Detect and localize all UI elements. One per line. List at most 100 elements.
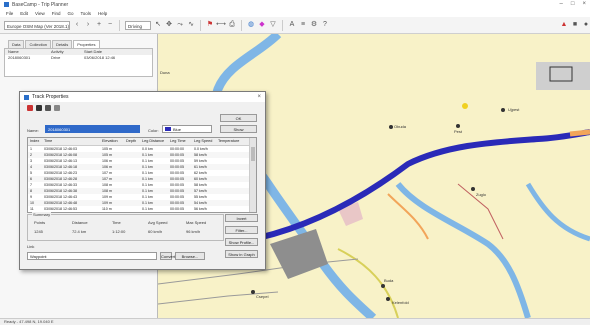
column-header[interactable]: Leg Speed	[192, 138, 216, 145]
map-label: Duna	[160, 70, 170, 75]
tab-data[interactable]: Data	[8, 40, 25, 48]
table-cell: 56 km/h	[194, 207, 207, 211]
menu-find[interactable]: Find	[52, 11, 61, 16]
track-activity: Drive	[51, 55, 61, 60]
link-field[interactable]: Waypoint	[27, 252, 157, 260]
ok-button[interactable]: OK	[220, 114, 257, 122]
filter-icon[interactable]: ▽	[269, 21, 277, 29]
color-picker-icon[interactable]: ◆	[258, 21, 266, 29]
toolbar-separator	[200, 19, 201, 31]
waypoint-icon[interactable]: ⚑	[206, 21, 214, 29]
filter-button[interactable]: Filter...	[225, 226, 258, 234]
name-field[interactable]: 2018060301	[45, 125, 140, 133]
color-swatch	[165, 127, 171, 131]
activity-combo[interactable]: Driving	[125, 20, 151, 30]
table-cell: 00:00:05	[170, 207, 184, 211]
menu-tools[interactable]: Tools	[81, 11, 92, 16]
browse-button[interactable]: Browse...	[175, 252, 205, 260]
select-icon[interactable]: ↖	[154, 21, 162, 29]
tool-b-icon[interactable]: ■	[571, 21, 579, 29]
settings-icon[interactable]: ⚙	[310, 21, 318, 29]
menu-go[interactable]: Go	[67, 11, 73, 16]
tab-details[interactable]: Details	[52, 40, 73, 48]
menu-bar: File Edit View Find Go Tools Help	[0, 9, 590, 17]
map-label: Pest	[454, 129, 463, 134]
column-header[interactable]: Time	[42, 138, 100, 145]
tab-properties[interactable]: Properties	[73, 40, 100, 48]
road	[387, 193, 429, 240]
maximize-icon[interactable]: □	[571, 1, 575, 7]
tool-a-icon[interactable]: ▲	[560, 21, 568, 29]
join-icon[interactable]	[45, 105, 51, 111]
help-icon[interactable]: ?	[321, 21, 329, 29]
reverse-icon[interactable]	[54, 105, 60, 111]
table-cell: 0.1 km	[142, 207, 153, 211]
close-icon[interactable]: ×	[582, 1, 586, 7]
track-highlight	[569, 129, 590, 137]
forward-icon[interactable]: ›	[84, 21, 92, 29]
dialog-title: Track Properties	[32, 94, 69, 100]
track-name: 2018060301	[8, 55, 31, 60]
tool-c-icon[interactable]: ●	[582, 21, 590, 29]
scrollbar-thumb[interactable]	[251, 147, 255, 161]
column-header[interactable]: Leg Distance	[140, 138, 168, 145]
toolbar-separator	[119, 19, 120, 31]
link-label: Link	[27, 244, 35, 249]
back-icon[interactable]: ‹	[73, 21, 81, 29]
map-label: Obuda	[394, 124, 407, 129]
print-icon[interactable]: ⎙	[228, 21, 236, 29]
globe-icon[interactable]: ◍	[247, 21, 255, 29]
layers-icon[interactable]: ≡	[299, 21, 307, 29]
invert-button[interactable]: Invert	[225, 214, 258, 222]
tab-collection[interactable]: Collection	[25, 40, 52, 48]
menu-edit[interactable]: Edit	[20, 11, 28, 16]
column-header[interactable]: Index	[28, 138, 42, 145]
table-cell	[124, 206, 140, 212]
waypoint-marker	[381, 284, 385, 288]
route-icon[interactable]: ⤳	[176, 21, 184, 29]
window-title: BaseCamp - Trip Planner	[12, 1, 69, 8]
show-button[interactable]: Show	[220, 125, 257, 133]
summary-label: Distance	[72, 220, 88, 225]
table-body: 1 03/06/2018 12:46:03 105 m 0.0 km 00:00:00 0…	[28, 146, 256, 212]
map-label: Ujpest	[508, 107, 520, 112]
panel-tabs: Data Collection Details Properties	[0, 34, 157, 48]
zoom-in-icon[interactable]: +	[95, 21, 103, 29]
convert-button[interactable]: Convert	[160, 252, 175, 260]
summary-label: Time	[112, 220, 121, 225]
table-cell	[216, 206, 246, 212]
summary-label: Max Speed	[186, 220, 207, 225]
delete-icon[interactable]	[27, 105, 33, 111]
summary-value: 1245	[34, 229, 43, 234]
column-header[interactable]: Depth	[124, 138, 140, 145]
summary-value: 72.4 km	[72, 229, 87, 234]
summary-value: 1:12:00	[112, 229, 126, 234]
color-select[interactable]: Blue	[162, 125, 212, 133]
track-icon[interactable]: ∿	[187, 21, 195, 29]
app-icon	[4, 2, 9, 7]
split-icon[interactable]	[36, 105, 42, 111]
dialog-title-bar: Track Properties ×	[20, 92, 265, 102]
pan-icon[interactable]: ✥	[165, 21, 173, 29]
table-scrollbar[interactable]	[249, 138, 256, 212]
table-header: Index Time Elevation Depth Leg Distance …	[28, 138, 256, 146]
color-label: Color:	[148, 128, 159, 133]
menu-help[interactable]: Help	[98, 11, 107, 16]
menu-view[interactable]: View	[35, 11, 45, 16]
table-row[interactable]: 11 03/06/2018 12:46:53 110 m 0.1 km 00:00:05…	[28, 206, 256, 212]
group-label: Summary	[32, 212, 52, 217]
zoom-out-icon[interactable]: −	[106, 21, 114, 29]
column-header[interactable]: Temperature	[216, 138, 246, 145]
map-product-combo[interactable]: Europe OSM Map (Ver 2018.1)	[4, 20, 70, 30]
show-graph-button[interactable]: Show in Graph	[225, 250, 258, 258]
text-icon[interactable]: A	[288, 21, 296, 29]
flag-marker	[462, 103, 468, 109]
measure-icon[interactable]: ⟷	[216, 21, 226, 29]
menu-file[interactable]: File	[6, 11, 13, 16]
close-icon[interactable]: ×	[257, 94, 261, 100]
column-header[interactable]: Elevation	[100, 138, 124, 145]
show-profile-button[interactable]: Show Profile...	[225, 238, 258, 246]
list-item[interactable]: 2018060301 Drive 03/06/2018 12:46	[5, 55, 152, 61]
column-header[interactable]: Leg Time	[168, 138, 192, 145]
minimize-icon[interactable]: –	[560, 1, 563, 7]
